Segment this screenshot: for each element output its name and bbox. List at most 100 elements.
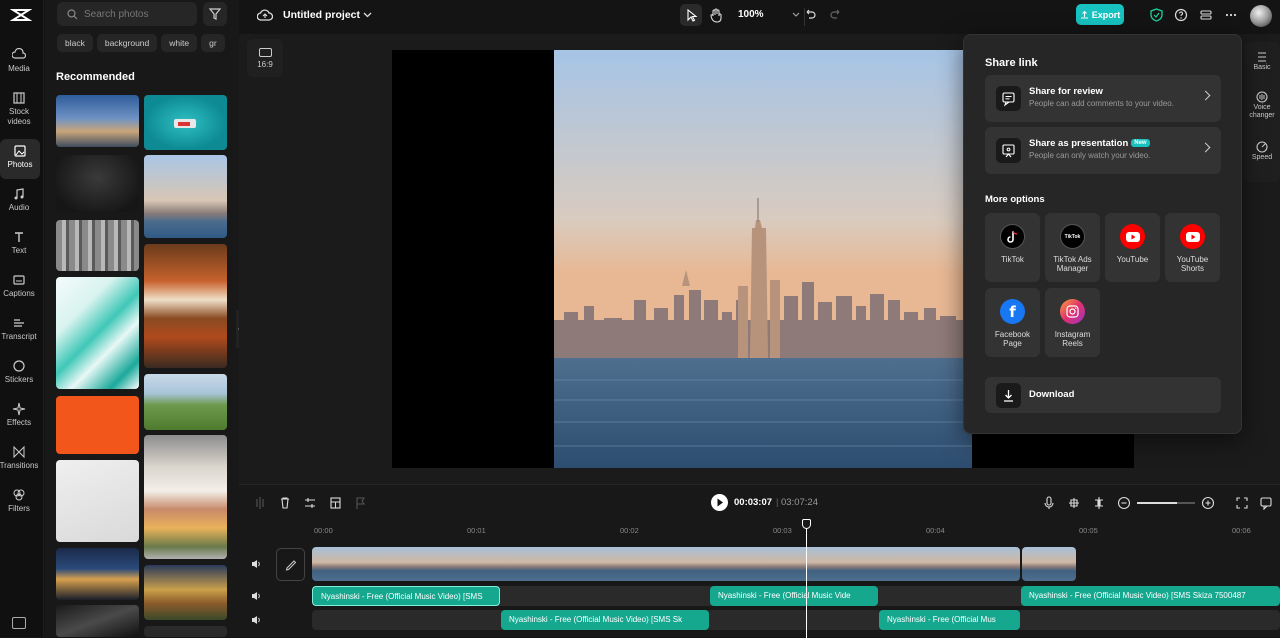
hand-icon[interactable] — [709, 7, 723, 23]
audio-clip-1[interactable]: Nyashinski - Free (Official Music Video)… — [312, 586, 500, 606]
photo-bridge-autumn[interactable] — [144, 565, 227, 620]
rail-text[interactable]: Text — [0, 230, 38, 270]
rail-stickers-label: Stickers — [4, 375, 34, 384]
microphone-icon[interactable] — [1043, 496, 1055, 510]
zoom-out-icon[interactable] — [1117, 496, 1131, 510]
share-youtube[interactable]: YouTube — [1105, 213, 1160, 282]
youtube-shorts-icon — [1180, 224, 1205, 249]
cloud-icon[interactable] — [257, 8, 273, 22]
photo-white-texture[interactable] — [56, 460, 139, 542]
freeze-icon[interactable] — [329, 496, 342, 510]
rail-stock-videos[interactable]: Stock videos — [0, 91, 38, 131]
rail-captions[interactable]: Captions — [0, 273, 38, 313]
play-icon — [717, 498, 723, 507]
photo-stone-columns[interactable] — [56, 220, 139, 271]
audio-clip-3[interactable]: Nyashinski - Free (Official Music Video)… — [1021, 586, 1280, 606]
share-as-presentation-button[interactable]: Share as presentation New People can only… — [985, 127, 1221, 174]
photo-skyline-water[interactable] — [144, 155, 227, 238]
zoom-slider[interactable] — [1137, 502, 1195, 504]
photo-boat-ocean[interactable] — [144, 95, 227, 150]
share-youtube-shorts[interactable]: YouTube Shorts — [1165, 213, 1220, 282]
time-ruler[interactable]: 00:00 00:01 00:02 00:03 00:04 00:05 00:0… — [312, 522, 1280, 536]
photo-dark-silk[interactable] — [56, 605, 139, 637]
rail-transitions[interactable]: Transitions — [0, 445, 38, 485]
comment-bubble-icon[interactable] — [1259, 496, 1273, 510]
rail-photos[interactable]: Photos — [0, 139, 40, 179]
audio-clip-5[interactable]: Nyashinski - Free (Official Mus — [879, 610, 1020, 630]
share-for-review-button[interactable]: Share for review People can add comments… — [985, 75, 1221, 122]
playhead[interactable] — [806, 521, 807, 638]
select-tool-button[interactable] — [680, 4, 702, 26]
rail-audio[interactable]: Audio — [0, 187, 38, 227]
download-button[interactable]: Download — [985, 377, 1221, 413]
share-facebook-page[interactable]: f Facebook Page — [985, 288, 1040, 357]
trash-icon[interactable] — [279, 496, 291, 510]
photo-noodle-soup[interactable] — [144, 244, 227, 368]
zoom-in-icon[interactable] — [1201, 496, 1215, 510]
rail-filters[interactable]: Filters — [0, 488, 38, 528]
share-tiktok[interactable]: TikTok — [985, 213, 1040, 282]
magnet-icon[interactable] — [1067, 496, 1081, 510]
speedometer-icon — [1256, 141, 1268, 153]
flag-icon[interactable] — [354, 496, 366, 510]
photo-night-city[interactable] — [56, 548, 139, 600]
audio-clip-4[interactable]: Nyashinski - Free (Official Music Video)… — [501, 610, 709, 630]
rail-effects[interactable]: Effects — [0, 402, 38, 442]
chevron-down-icon[interactable] — [363, 11, 372, 19]
rail-audio-label: Audio — [8, 203, 30, 212]
rail-stickers[interactable]: Stickers — [0, 359, 38, 399]
search-input[interactable]: Search photos — [57, 2, 197, 26]
help-icon[interactable] — [1174, 8, 1188, 22]
audio-track-2-volume-icon[interactable] — [250, 614, 262, 626]
chip-white[interactable]: white — [161, 34, 198, 52]
share-tiktok-ads[interactable]: TikTok TikTok Ads Manager — [1045, 213, 1100, 282]
split-icon[interactable] — [254, 496, 266, 510]
shield-check-icon[interactable] — [1150, 8, 1163, 22]
zoom-level[interactable]: 100% — [738, 9, 764, 20]
export-button[interactable]: Export — [1076, 4, 1124, 25]
chip-black[interactable]: black — [57, 34, 93, 52]
photo-roast-dinner[interactable] — [144, 435, 227, 559]
capcut-logo-icon[interactable] — [10, 6, 32, 24]
link-icon[interactable] — [1092, 496, 1106, 510]
chip-gr[interactable]: gr — [201, 34, 225, 52]
share-instagram-reels[interactable]: Instagram Reels — [1045, 288, 1100, 357]
photo-teal-waves[interactable] — [56, 277, 139, 389]
trim-icon[interactable] — [303, 496, 317, 510]
keyboard-icon[interactable] — [12, 617, 26, 629]
download-label: Download — [1029, 389, 1075, 400]
download-icon — [996, 383, 1021, 408]
undo-icon[interactable] — [803, 7, 817, 21]
rail-media[interactable]: Media — [0, 48, 38, 88]
chip-background[interactable]: background — [96, 34, 158, 52]
more-icon[interactable] — [1224, 8, 1238, 22]
project-title[interactable]: Untitled project — [283, 9, 360, 21]
video-clip-2[interactable] — [1022, 547, 1076, 581]
audio-track-1-volume-icon[interactable] — [250, 590, 262, 602]
photo-dark-texture[interactable] — [56, 155, 139, 212]
rail-voice-changer[interactable]: Voice changer — [1244, 90, 1280, 120]
aspect-ratio-button[interactable]: 16:9 — [247, 39, 283, 77]
photo-partial[interactable] — [144, 626, 227, 637]
playhead-handle[interactable] — [802, 519, 811, 529]
photo-city-aerial[interactable] — [56, 95, 139, 147]
tick-3: 00:03 — [773, 526, 792, 535]
zoom-chevron-down-icon[interactable] — [792, 11, 800, 18]
cover-edit-button[interactable] — [276, 548, 305, 581]
tag-chips: black background white gr — [57, 34, 227, 52]
rail-transcript[interactable]: Transcript — [0, 316, 38, 356]
volume-icon[interactable] — [250, 558, 262, 570]
redo-icon[interactable] — [829, 7, 843, 21]
layers-icon[interactable] — [1199, 8, 1213, 22]
audio-clip-2[interactable]: Nyashinski - Free (Official Music Vide — [710, 586, 878, 606]
video-clip-1[interactable] — [312, 547, 1020, 581]
fit-icon[interactable] — [1235, 496, 1249, 510]
play-button[interactable] — [711, 494, 728, 511]
rail-basic[interactable]: Basic — [1244, 50, 1280, 72]
rail-speed[interactable]: Speed — [1244, 140, 1280, 162]
rail-text-label: Text — [11, 246, 27, 255]
photo-orange-solid[interactable] — [56, 396, 139, 454]
avatar[interactable] — [1250, 5, 1272, 27]
filter-button[interactable] — [203, 2, 227, 26]
photo-green-hills[interactable] — [144, 374, 227, 430]
